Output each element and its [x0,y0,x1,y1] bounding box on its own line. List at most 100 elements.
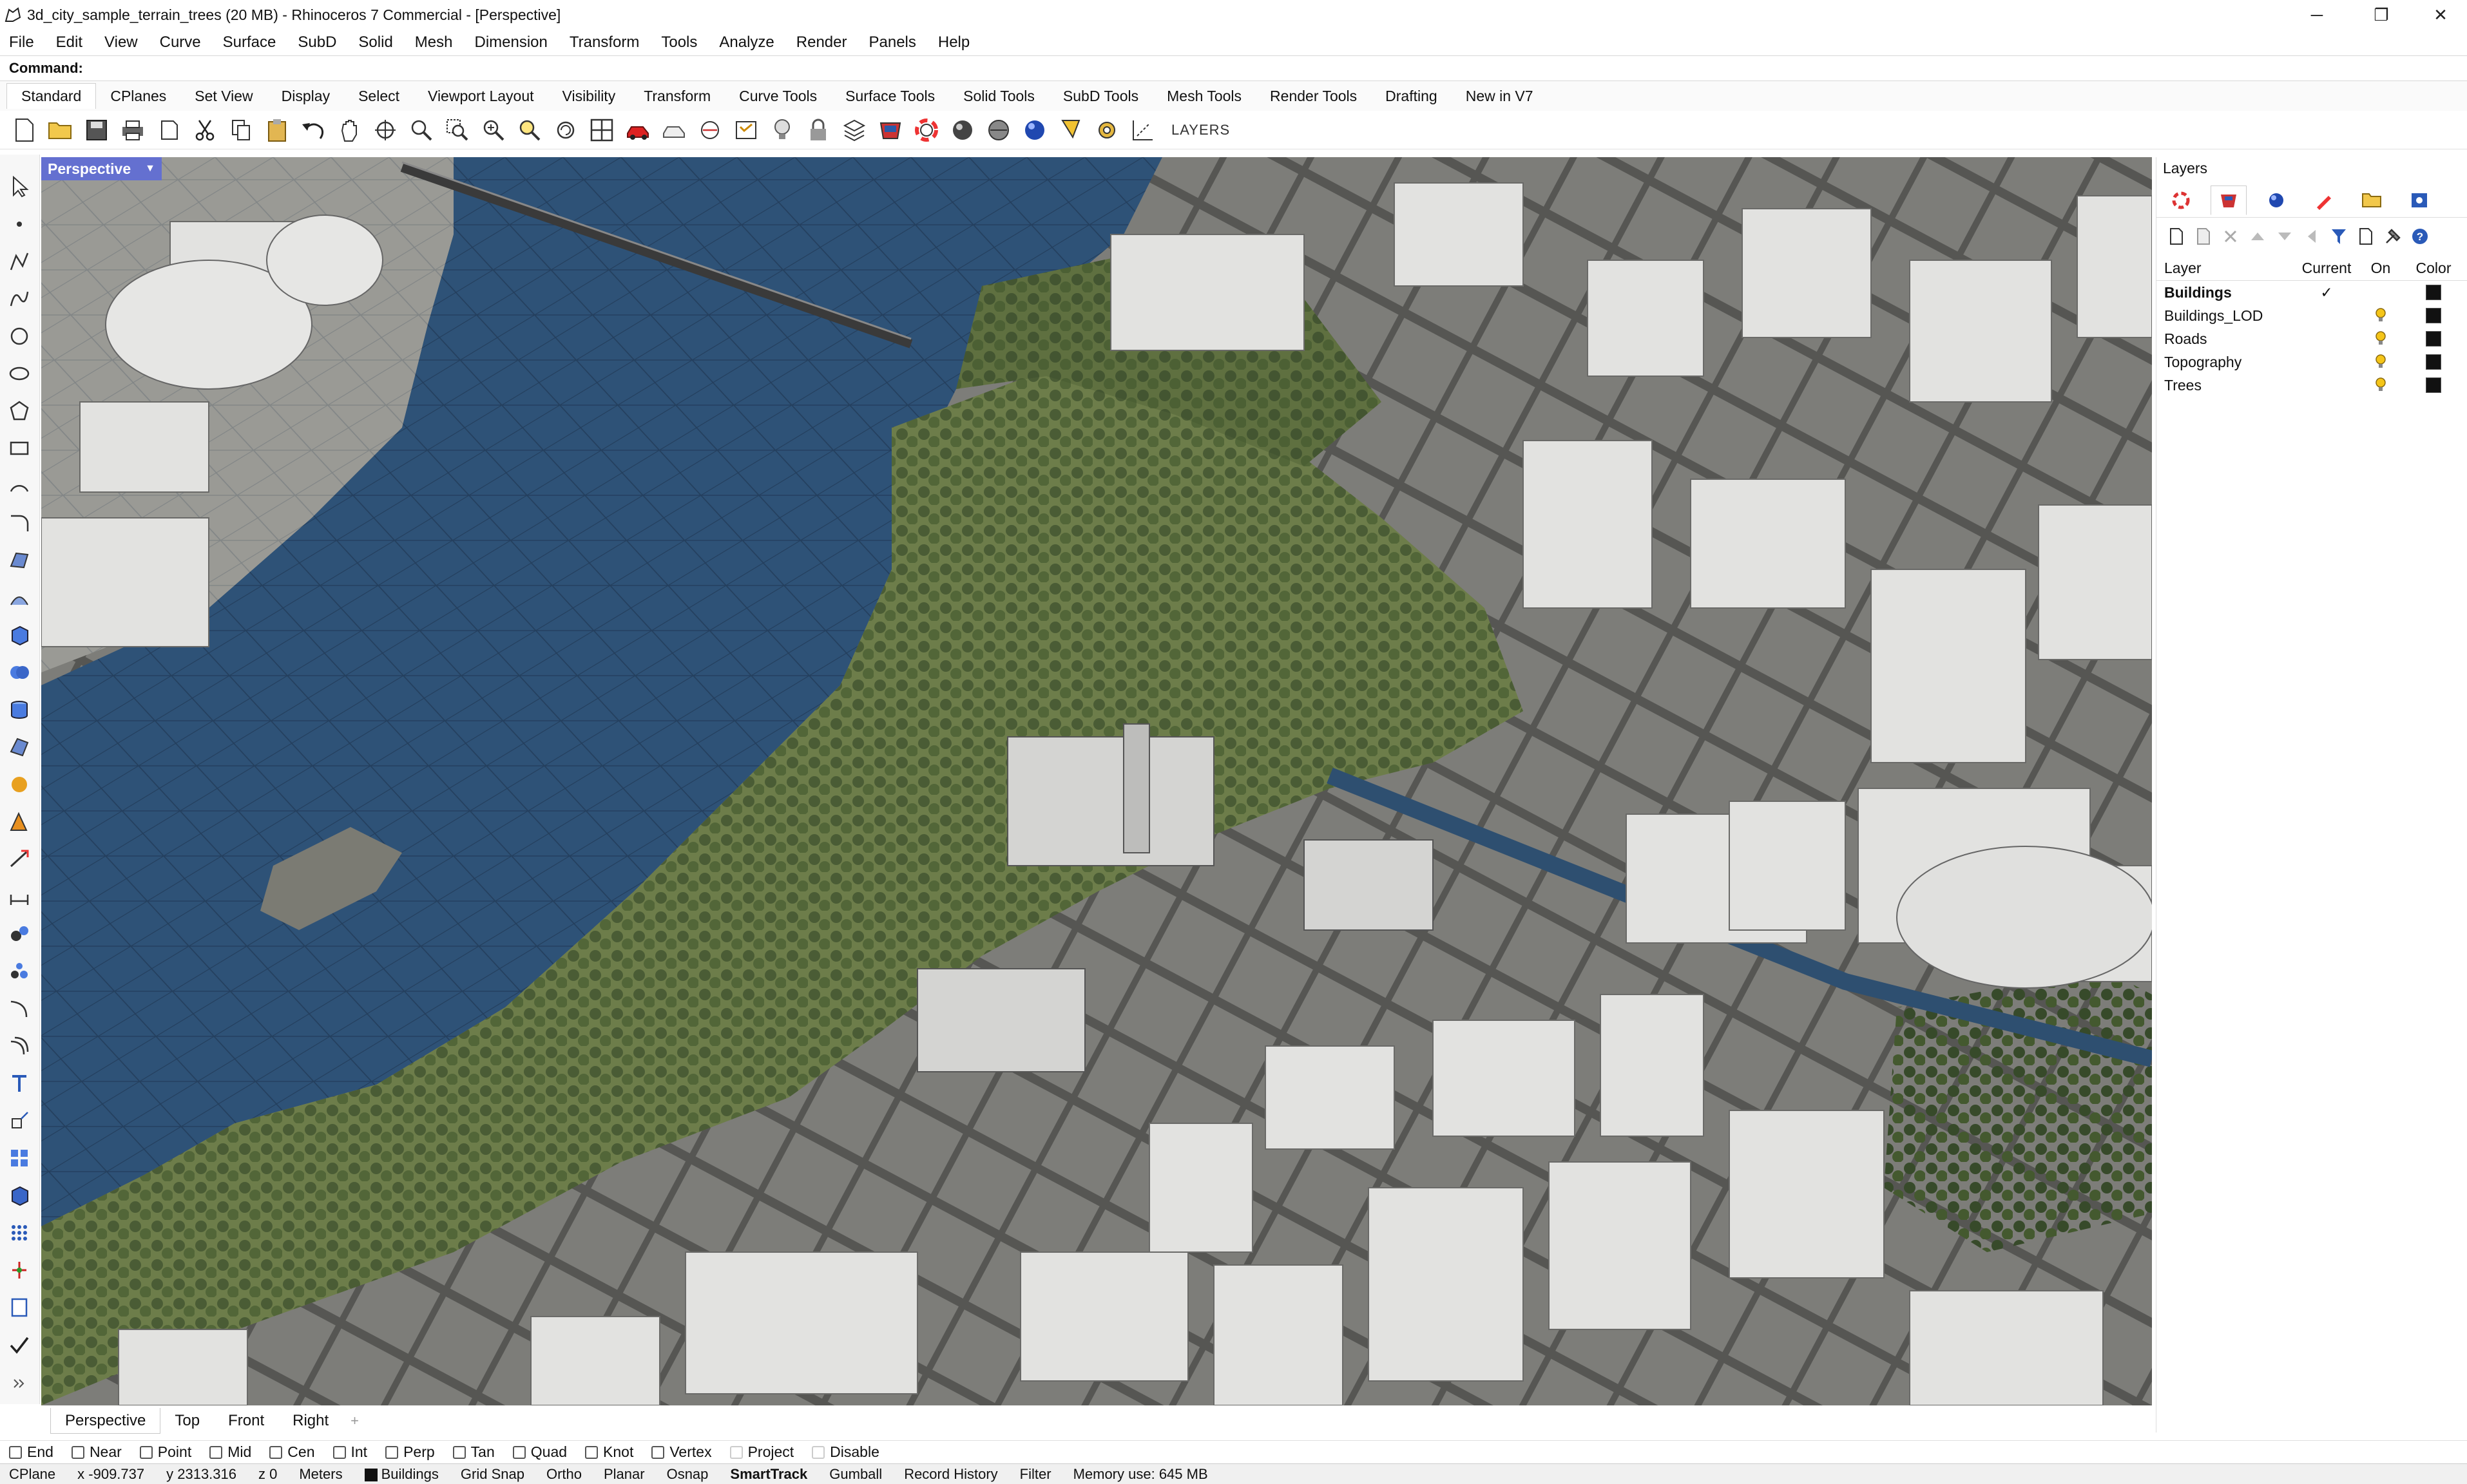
print-icon[interactable] [119,116,147,144]
point-icon[interactable] [6,211,32,237]
new-layer-icon[interactable] [2165,225,2187,247]
menu-analyze[interactable]: Analyze [719,33,774,52]
status-ortho[interactable]: Ortho [546,1466,582,1483]
loft-icon[interactable] [6,585,32,611]
snap-points-icon[interactable] [6,958,32,984]
minimize-button[interactable]: ─ [2286,0,2348,30]
save-icon[interactable] [82,116,111,144]
osnap-mid-checkbox[interactable] [209,1445,223,1459]
osnap-int-checkbox[interactable] [332,1445,346,1459]
surface-icon[interactable] [6,547,32,573]
current-layer-check-icon[interactable]: ✓ [2299,284,2354,301]
osnap-quad[interactable]: Quad [512,1443,567,1461]
offset-icon[interactable] [6,1033,32,1059]
analyze-icon[interactable] [6,921,32,947]
layer-row-topography[interactable]: Topography [2156,350,2467,374]
arc-icon[interactable] [6,473,32,499]
lightbulb-icon[interactable] [768,116,796,144]
osnap-point-checkbox[interactable] [139,1445,153,1459]
add-viewport-tab-icon[interactable]: + [350,1413,359,1429]
restore-button[interactable]: ❐ [2350,0,2412,30]
expand-toolbar-icon[interactable] [6,1371,32,1396]
menu-view[interactable]: View [104,33,138,52]
status-filter[interactable]: Filter [1020,1466,1051,1483]
menu-transform[interactable]: Transform [570,33,639,52]
check-icon[interactable] [6,1332,32,1358]
osnap-project-checkbox[interactable] [729,1445,743,1459]
viewport-tab-right[interactable]: Right [278,1408,343,1434]
delete-layer-icon[interactable] [2220,225,2241,247]
box-icon[interactable] [6,622,32,648]
select-arrow-icon[interactable] [6,174,32,200]
status-smarttrack[interactable]: SmartTrack [730,1466,807,1483]
command-input[interactable] [88,59,2467,78]
cplane-icon[interactable] [696,116,724,144]
copy-icon[interactable] [227,116,255,144]
layer-row-buildings[interactable]: Buildings ✓ [2156,281,2467,304]
osnap-perp[interactable]: Perp [385,1443,435,1461]
layer-row-buildings-lod[interactable]: Buildings_LOD [2156,304,2467,327]
tab-mesh-tools[interactable]: Mesh Tools [1153,83,1256,109]
osnap-quad-checkbox[interactable] [512,1445,526,1459]
column-current[interactable]: Current [2299,260,2354,277]
text-icon[interactable] [6,1070,32,1096]
osnap-end[interactable]: End [9,1443,53,1461]
layers-toolbar-label[interactable]: LAYERS [1171,122,1230,138]
tab-new-in-v7[interactable]: New in V7 [1452,83,1548,109]
osnap-cen-checkbox[interactable] [269,1445,283,1459]
layer-color-icon[interactable] [840,116,869,144]
sphere-icon[interactable] [948,116,977,144]
status-cplane[interactable]: CPlane [9,1466,55,1483]
menu-curve[interactable]: Curve [160,33,201,52]
options-icon[interactable] [1093,116,1121,144]
osnap-point[interactable]: Point [139,1443,191,1461]
tab-surface-tools[interactable]: Surface Tools [831,83,949,109]
column-layer[interactable]: Layer [2156,260,2299,277]
ellipse-icon[interactable] [6,361,32,386]
menu-solid[interactable]: Solid [358,33,392,52]
menu-help[interactable]: Help [938,33,970,52]
tab-curve-tools[interactable]: Curve Tools [725,83,831,109]
boolean-union-icon[interactable] [6,660,32,685]
undo-icon[interactable] [299,116,327,144]
car-shaded-icon[interactable] [624,116,652,144]
render-mesh-icon[interactable] [6,772,32,797]
tab-display[interactable]: Display [267,83,344,109]
move-icon[interactable] [6,846,32,872]
tab-select[interactable]: Select [344,83,414,109]
grid-icon[interactable] [1129,116,1157,144]
viewport-tab-top[interactable]: Top [160,1408,214,1434]
move-layer-parent-icon[interactable] [2301,225,2323,247]
zoom-extents-icon[interactable] [479,116,508,144]
mesh-icon[interactable] [6,734,32,760]
undo-view-icon[interactable] [552,116,580,144]
viewport-menu-chevron-icon[interactable]: ▼ [145,163,155,175]
osnap-tan[interactable]: Tan [452,1443,495,1461]
menu-edit[interactable]: Edit [56,33,82,52]
osnap-end-checkbox[interactable] [9,1445,22,1459]
lock-icon[interactable] [804,116,832,144]
menu-file[interactable]: File [9,33,34,52]
transform-icon[interactable] [6,809,32,835]
material-sphere-icon[interactable] [1021,116,1049,144]
rendered-icon[interactable] [660,116,688,144]
solid-edit-icon[interactable] [6,1183,32,1208]
osnap-cen[interactable]: Cen [269,1443,315,1461]
open-file-icon[interactable] [46,116,75,144]
status-grid-snap[interactable]: Grid Snap [461,1466,524,1483]
layer-color-swatch[interactable] [2426,308,2441,323]
layer-name[interactable]: Topography [2156,354,2299,371]
osnap-perp-checkbox[interactable] [385,1445,399,1459]
panel-tab-materials-icon[interactable] [2306,186,2342,215]
layer-tools-icon[interactable] [2382,225,2404,247]
menu-tools[interactable]: Tools [661,33,697,52]
move-layer-down-icon[interactable] [2274,225,2296,247]
lightbulb-on-icon[interactable] [2354,354,2408,370]
status-osnap[interactable]: Osnap [667,1466,709,1483]
panel-tab-render-icon[interactable] [2258,186,2294,215]
tab-solid-tools[interactable]: Solid Tools [949,83,1049,109]
close-button[interactable]: ✕ [2410,0,2467,30]
layer-help-icon[interactable]: ? [2409,225,2431,247]
tab-drafting[interactable]: Drafting [1371,83,1452,109]
status-gumball[interactable]: Gumball [829,1466,882,1483]
